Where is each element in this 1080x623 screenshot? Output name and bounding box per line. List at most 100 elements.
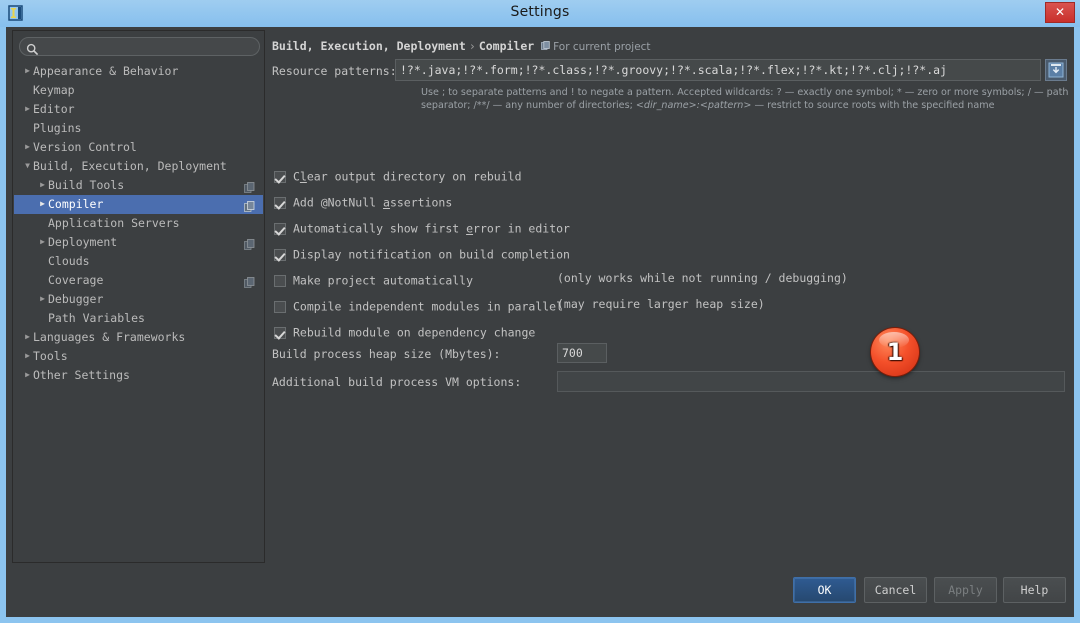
sidebar-item-label: Application Servers [48, 214, 180, 233]
checkbox-checked-icon[interactable] [274, 327, 286, 339]
resource-patterns-label: Resource patterns: [272, 64, 397, 78]
resource-patterns-input[interactable] [395, 59, 1041, 81]
checkbox-label: Add @NotNull assertions [293, 196, 452, 210]
checkbox-make-project-automatically[interactable]: Make project automatically [274, 270, 473, 287]
breadcrumb-root[interactable]: Build, Execution, Deployment [272, 39, 466, 53]
chevron-right-icon[interactable]: ▶ [37, 194, 48, 213]
compiler-settings-panel: Build, Execution, Deployment›Compiler Fo… [265, 30, 1073, 563]
sidebar-item-label: Build Tools [48, 176, 124, 195]
help-line-2-italic: <dir_name>:<pattern> [636, 100, 752, 111]
checkbox-checked-icon[interactable] [274, 249, 286, 261]
checkbox-label: Automatically show first error in editor [293, 222, 570, 236]
ok-button[interactable]: OK [793, 577, 856, 603]
help-line-3: the specified name [902, 100, 994, 111]
window-frame: ▶Appearance & BehaviorKeymap▶EditorPlugi… [0, 27, 1080, 623]
sidebar-item-path-variables[interactable]: Path Variables [14, 309, 263, 328]
sidebar-item-label: Path Variables [48, 309, 145, 328]
sidebar-item-compiler[interactable]: ▶Compiler [14, 195, 263, 214]
chevron-right-icon[interactable]: ▶ [22, 62, 33, 80]
search-icon [26, 41, 39, 54]
sidebar-item-debugger[interactable]: ▶Debugger [14, 290, 263, 309]
checkbox-label: Make project automatically [293, 274, 473, 288]
annotation-badge-number: 1 [871, 328, 919, 376]
checkbox-label: Clear output directory on rebuild [293, 170, 522, 184]
checkbox-unchecked-icon[interactable] [274, 301, 286, 313]
settings-tree[interactable]: ▶Appearance & BehaviorKeymap▶EditorPlugi… [14, 62, 263, 561]
dialog-body: ▶Appearance & BehaviorKeymap▶EditorPlugi… [6, 27, 1074, 617]
breadcrumb-separator: › [466, 39, 479, 53]
checkbox-automatically-show-first-error-in-editor[interactable]: Automatically show first error in editor [274, 218, 570, 235]
search-box[interactable] [19, 37, 260, 56]
sidebar-item-label: Plugins [33, 119, 81, 138]
checkbox-add-notnull-assertions[interactable]: Add @NotNull assertions [274, 192, 452, 209]
chevron-right-icon[interactable]: ▶ [22, 327, 33, 346]
sidebar-item-languages-frameworks[interactable]: ▶Languages & Frameworks [14, 328, 263, 347]
help-line-1: Use ; to separate patterns and ! to nega… [421, 87, 979, 98]
vm-options-label: Additional build process VM options: [272, 375, 521, 389]
checkbox-rebuild-module-on-dependency-change[interactable]: Rebuild module on dependency change [274, 322, 535, 339]
sidebar-item-label: Clouds [48, 252, 90, 271]
dialog-footer: OK Cancel Apply Help [6, 565, 1074, 617]
chevron-right-icon[interactable]: ▶ [37, 289, 48, 308]
checkbox-unchecked-icon[interactable] [274, 275, 286, 287]
chevron-right-icon[interactable]: ▶ [37, 232, 48, 251]
breadcrumb-leaf: Compiler [479, 39, 534, 53]
sidebar-item-label: Coverage [48, 271, 103, 290]
sidebar-item-clouds[interactable]: Clouds [14, 252, 263, 271]
sidebar-item-deployment[interactable]: ▶Deployment [14, 233, 263, 252]
sidebar-item-label: Compiler [48, 195, 103, 214]
sidebar-item-label: Version Control [33, 138, 137, 157]
sidebar-item-editor[interactable]: ▶Editor [14, 100, 263, 119]
sidebar-item-build-tools[interactable]: ▶Build Tools [14, 176, 263, 195]
chevron-right-icon[interactable]: ▶ [22, 99, 33, 118]
checkbox-label: Compile independent modules in parallel [293, 300, 563, 314]
checkbox-note: (may require larger heap size) [557, 297, 765, 311]
scope-label: For current project [541, 41, 650, 53]
project-scope-icon [244, 237, 255, 248]
sidebar-item-appearance-behavior[interactable]: ▶Appearance & Behavior [14, 62, 263, 81]
resource-patterns-help: Use ; to separate patterns and ! to nega… [421, 86, 1080, 112]
sidebar-item-label: Appearance & Behavior [33, 62, 178, 81]
chevron-right-icon[interactable]: ▶ [22, 346, 33, 365]
checkbox-display-notification-on-build-completion[interactable]: Display notification on build completion [274, 244, 570, 261]
checkbox-checked-icon[interactable] [274, 223, 286, 235]
checkbox-checked-icon[interactable] [274, 197, 286, 209]
vm-options-input[interactable] [557, 371, 1065, 392]
sidebar-item-other-settings[interactable]: ▶Other Settings [14, 366, 263, 385]
project-scope-icon [244, 199, 255, 210]
chevron-right-icon[interactable]: ▶ [22, 365, 33, 384]
sidebar-item-plugins[interactable]: Plugins [14, 119, 263, 138]
close-icon[interactable]: ✕ [1045, 2, 1075, 23]
expand-editor-icon[interactable] [1045, 59, 1067, 81]
chevron-down-icon[interactable]: ▼ [22, 156, 33, 175]
checkbox-note: (only works while not running / debuggin… [557, 271, 848, 285]
annotation-badge-1: 1 [871, 328, 919, 376]
cancel-button[interactable]: Cancel [864, 577, 927, 603]
breadcrumb: Build, Execution, Deployment›Compiler Fo… [272, 39, 651, 53]
project-scope-icon [244, 180, 255, 191]
checkbox-clear-output-directory-on-rebuild[interactable]: Clear output directory on rebuild [274, 166, 522, 183]
sidebar-item-label: Editor [33, 100, 75, 119]
sidebar-item-label: Deployment [48, 233, 117, 252]
checkbox-checked-icon[interactable] [274, 171, 286, 183]
settings-sidebar: ▶Appearance & BehaviorKeymap▶EditorPlugi… [12, 30, 265, 563]
search-input[interactable] [44, 38, 254, 55]
sidebar-item-tools[interactable]: ▶Tools [14, 347, 263, 366]
sidebar-item-label: Build, Execution, Deployment [33, 157, 227, 176]
settings-dialog-window: Settings ✕ ▶Appearance & BehaviorKeymap▶… [0, 0, 1080, 623]
apply-button[interactable]: Apply [934, 577, 997, 603]
sidebar-item-application-servers[interactable]: Application Servers [14, 214, 263, 233]
sidebar-item-label: Tools [33, 347, 68, 366]
sidebar-item-coverage[interactable]: Coverage [14, 271, 263, 290]
help-button[interactable]: Help [1003, 577, 1066, 603]
heap-size-input[interactable] [557, 343, 607, 363]
checkbox-compile-independent-modules-in-parallel[interactable]: Compile independent modules in parallel [274, 296, 563, 313]
sidebar-item-build-execution-deployment[interactable]: ▼Build, Execution, Deployment [14, 157, 263, 176]
chevron-right-icon[interactable]: ▶ [37, 175, 48, 194]
sidebar-item-keymap[interactable]: Keymap [14, 81, 263, 100]
sidebar-item-label: Languages & Frameworks [33, 328, 185, 347]
window-title: Settings [0, 4, 1080, 20]
chevron-right-icon[interactable]: ▶ [22, 137, 33, 156]
sidebar-item-version-control[interactable]: ▶Version Control [14, 138, 263, 157]
heap-size-label: Build process heap size (Mbytes): [272, 347, 500, 361]
